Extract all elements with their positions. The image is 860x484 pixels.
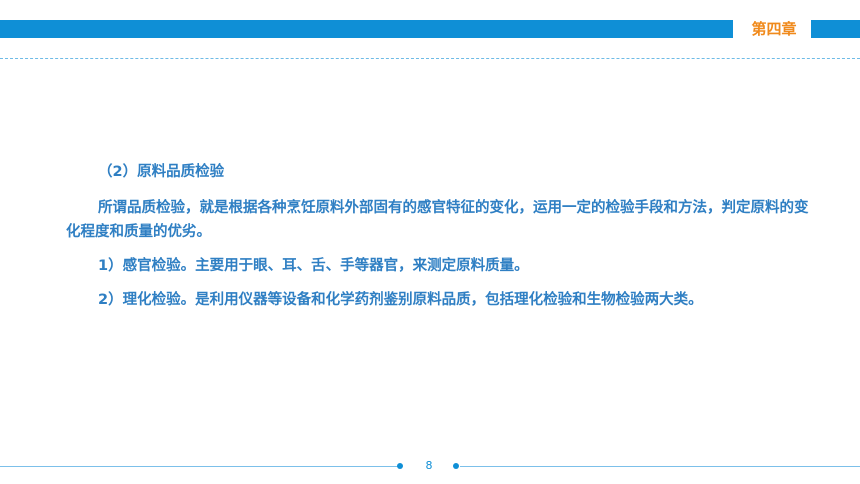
- header-bar-left: [0, 20, 733, 38]
- paragraph-sensory-inspection: 1）感官检验。主要用于眼、耳、舌、手等器官，来测定原料质量。: [98, 258, 529, 274]
- header-bar-right: [811, 20, 860, 38]
- header-dotted-divider: [0, 58, 860, 59]
- footer-dot-right: [453, 463, 459, 469]
- footer-divider-left: [0, 466, 400, 467]
- slide-body: （2）原料品质检验 所谓品质检验，就是根据各种烹饪原料外部固有的感官特征的变化，…: [66, 160, 811, 322]
- page-number: 8: [425, 459, 433, 472]
- chapter-label: 第四章: [751, 20, 797, 38]
- footer-dot-left: [397, 463, 403, 469]
- paragraph-definition: 所谓品质检验，就是根据各种烹饪原料外部固有的感官特征的变化，运用一定的检验手段和…: [66, 200, 809, 240]
- section-heading: （2）原料品质检验: [98, 164, 225, 180]
- footer-divider-right: [460, 466, 860, 467]
- paragraph-physicochemical-inspection: 2）理化检验。是利用仪器等设备和化学药剂鉴别原料品质，包括理化检验和生物检验两大…: [98, 292, 703, 308]
